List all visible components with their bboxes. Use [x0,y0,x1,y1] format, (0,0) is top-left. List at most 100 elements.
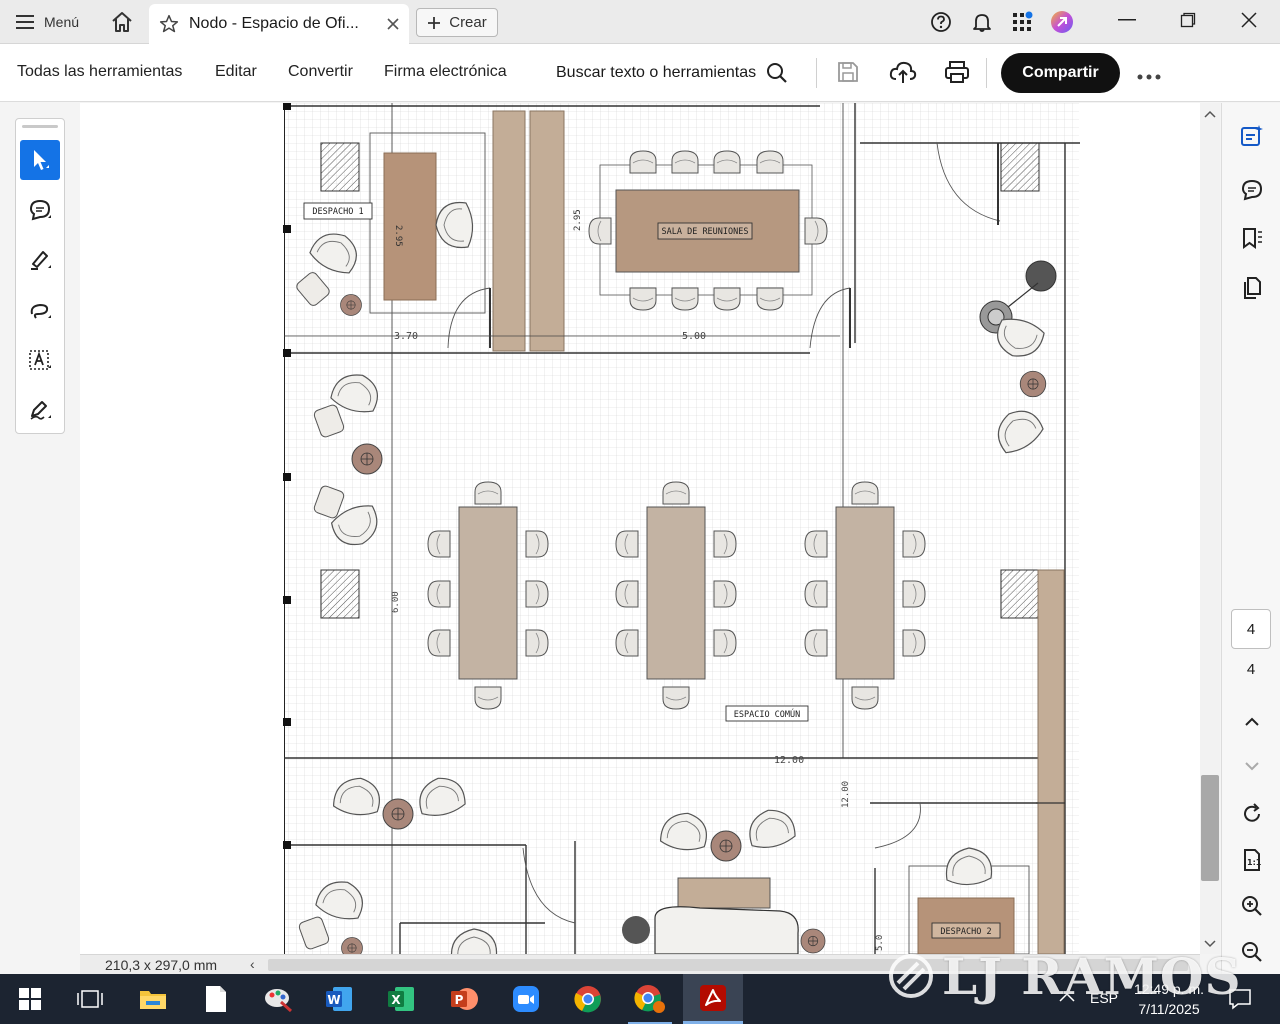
chrome-app[interactable] [560,974,616,1024]
windows-taskbar: W X P ESP 12:49 p. m. 7/11/2025 [0,974,1280,1024]
highlight-tool[interactable] [20,240,60,280]
svg-text:X: X [391,993,401,1007]
cloud-upload-icon[interactable] [889,59,917,90]
meeting-room-label: SALA DE REUNIONES [662,227,749,237]
text-box-icon [29,350,51,370]
star-icon[interactable] [159,14,179,34]
zoom-app[interactable] [498,974,554,1024]
horizontal-scroll-thumb[interactable] [268,959,1188,971]
dimension-3-70: 3.70 [394,331,418,342]
apps-grid-icon[interactable] [1009,9,1035,35]
bell-icon[interactable] [969,9,995,35]
acrobat-icon [700,984,726,1011]
more-options-icon[interactable] [1136,68,1162,86]
rotate-icon[interactable] [1237,799,1267,829]
menu-convert[interactable]: Convertir [288,63,353,81]
svg-text:W: W [327,993,340,1007]
page-dimensions: 210,3 x 297,0 mm [105,957,218,973]
start-button[interactable] [2,974,58,1024]
svg-text:1:1: 1:1 [1247,858,1262,867]
home-button[interactable] [104,6,140,38]
comments-icon[interactable] [1237,175,1267,205]
save-icon[interactable] [836,60,860,89]
language-indicator[interactable]: ESP [1090,990,1118,1006]
dimension-5-0: 5.0 [875,935,885,951]
blank-document-icon [206,986,226,1012]
select-tool[interactable] [20,140,60,180]
sign-tool[interactable] [20,390,60,430]
search-tools-button[interactable]: Buscar texto o herramientas [556,58,788,88]
zoom-out-icon[interactable] [1237,937,1267,967]
ai-summary-icon[interactable] [1237,121,1267,151]
help-icon[interactable] [928,9,954,35]
close-icon [1241,12,1257,28]
toolbar-divider [816,58,817,88]
word-app[interactable]: W [311,974,367,1024]
text-box-tool[interactable] [20,340,60,380]
hamburger-icon [16,15,34,29]
highlighter-pen-icon [31,251,51,270]
palette-icon [265,989,293,1012]
create-button[interactable]: Crear [416,8,498,37]
dimension-12-00-vertical: 12.00 [841,781,851,808]
home-icon [112,12,132,32]
office-1-label: DESPACHO 1 [312,207,363,217]
menu-e-signature[interactable]: Firma electrónica [384,63,507,81]
document-viewport[interactable]: 2.95 DESPACHO 1 2.95 SALA DE REUNIONES 3… [80,103,1200,954]
minimize-button[interactable] [1099,0,1155,40]
title-bar: Menú Nodo - Espacio de Ofi... Crear [0,0,1280,44]
task-view-button[interactable] [62,974,118,1024]
office-2-label: DESPACHO 2 [940,927,991,937]
freehand-loop-icon [30,303,51,319]
drag-handle[interactable] [22,125,58,128]
system-clock[interactable]: 12:49 p. m. 7/11/2025 [1128,979,1210,1019]
next-page-icon[interactable] [1237,751,1267,781]
draw-tool[interactable] [20,290,60,330]
main-toolbar: Todas las herramientas Editar Convertir … [0,44,1280,102]
scroll-up-icon[interactable] [1203,106,1217,124]
excel-app[interactable]: X [373,974,429,1024]
paint-app[interactable] [250,974,306,1024]
chrome-icon [574,986,601,1013]
vertical-scroll-thumb[interactable] [1201,775,1219,881]
svg-text:P: P [455,993,464,1007]
clock-date: 7/11/2025 [1138,1001,1200,1017]
share-button[interactable]: Compartir [1001,53,1120,93]
current-page-input[interactable]: 4 [1231,609,1271,649]
menu-all-tools[interactable]: Todas las herramientas [17,63,182,81]
print-icon[interactable] [944,60,970,89]
clock-time: 12:49 p. m. [1133,981,1205,997]
search-icon [767,63,787,83]
menu-button[interactable]: Menú [10,6,85,38]
common-space-label: ESPACIO COMÚN [734,708,801,720]
zoom-in-icon[interactable] [1237,891,1267,921]
tab-title: Nodo - Espacio de Ofi... [189,15,359,32]
comment-tool[interactable] [20,190,60,230]
notepad-app[interactable] [188,974,244,1024]
plus-icon [428,16,441,29]
pages-icon[interactable] [1237,273,1267,303]
scroll-left-icon[interactable]: ‹ [250,956,255,972]
chrome-profile-app[interactable] [622,974,678,1024]
scroll-down-icon[interactable] [1203,936,1217,954]
powerpoint-app[interactable]: P [436,974,492,1024]
tray-chevron-icon[interactable] [1058,990,1076,1009]
actual-size-icon[interactable]: 1:1 [1237,845,1267,875]
acrobat-app[interactable] [683,974,743,1024]
close-tab-icon[interactable] [387,18,399,30]
folder-icon [140,991,166,1009]
file-explorer-app[interactable] [125,974,181,1024]
word-icon: W [326,987,352,1011]
minimize-icon [1118,19,1136,21]
maximize-button[interactable] [1160,0,1216,40]
status-bar: 210,3 x 297,0 mm ‹ [80,954,1200,974]
close-window-button[interactable] [1221,0,1277,40]
document-tab[interactable]: Nodo - Espacio de Ofi... [149,4,409,44]
menu-edit[interactable]: Editar [215,63,257,81]
bookmark-icon[interactable] [1237,223,1267,253]
ai-assistant-icon[interactable] [1049,9,1075,35]
right-panel: 4 4 1:1 [1221,103,1280,974]
previous-page-icon[interactable] [1237,707,1267,737]
comment-icon [29,199,51,221]
notifications-icon[interactable] [1228,987,1252,1016]
